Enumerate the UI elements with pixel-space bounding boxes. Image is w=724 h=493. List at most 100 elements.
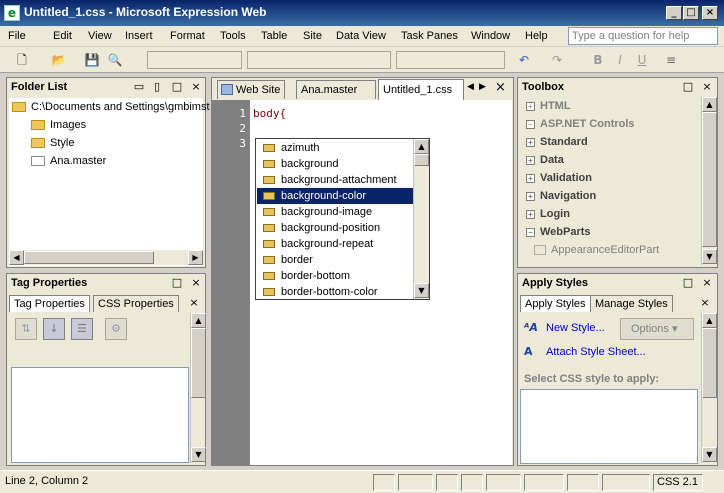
sort-az-icon[interactable]: ↓ (43, 318, 65, 340)
menu-format[interactable]: Format (170, 28, 205, 44)
toolbox-category-validation[interactable]: + Validation (520, 169, 700, 187)
toolbox-category-webparts[interactable]: − WebParts (520, 223, 700, 241)
scroll-thumb[interactable] (702, 328, 717, 398)
scroll-down-icon[interactable]: ▼ (414, 283, 429, 298)
font-dropdown[interactable] (247, 51, 391, 69)
scroll-left-icon[interactable]: ◀ (9, 250, 24, 265)
intellisense-item[interactable]: azimuth (257, 140, 413, 156)
intellisense-item[interactable]: background-position (257, 220, 413, 236)
size-dropdown[interactable] (396, 51, 505, 69)
menu-task-panes[interactable]: Task Panes (401, 28, 458, 44)
intellisense-item-selected[interactable]: background-color (256, 187, 414, 205)
tab-tag-properties[interactable]: Tag Properties (9, 295, 90, 312)
scroll-up-icon[interactable]: ▲ (191, 313, 206, 328)
intellisense-item[interactable]: border-bottom-color (257, 284, 413, 300)
menu-insert[interactable]: Insert (125, 28, 153, 44)
vertical-scrollbar[interactable]: ▲ ▼ (190, 313, 206, 463)
intellisense-item[interactable]: border (257, 252, 413, 268)
italic-icon[interactable]: I (613, 51, 627, 69)
scroll-right-icon[interactable]: ▶ (188, 250, 203, 265)
tree-item-images[interactable]: Images (9, 116, 203, 134)
intellisense-item[interactable]: background-image (257, 204, 413, 220)
tab-manage-styles[interactable]: Manage Styles (590, 295, 673, 312)
close-tab-icon[interactable]: × (699, 295, 711, 311)
close-pane-icon[interactable]: × (190, 275, 202, 291)
align-left-icon[interactable]: ≡ (664, 51, 678, 69)
new-file-icon[interactable]: ▯ (151, 79, 163, 95)
close-pane-icon[interactable]: × (701, 275, 713, 291)
menu-site[interactable]: Site (303, 28, 322, 44)
tab-web-site[interactable]: Web Site (217, 80, 286, 99)
tab-apply-styles[interactable]: Apply Styles (520, 295, 591, 312)
style-dropdown[interactable] (147, 51, 242, 69)
menu-window[interactable]: Window (471, 28, 510, 44)
close-tab-icon[interactable]: × (188, 295, 200, 311)
tab-ana-master[interactable]: Ana.master (296, 80, 376, 99)
scroll-up-icon[interactable]: ▲ (702, 313, 717, 328)
show-set-properties-icon[interactable]: ☰ (71, 318, 93, 340)
toolbox-category-data[interactable]: + Data (520, 151, 700, 169)
scroll-up-icon[interactable]: ▲ (414, 139, 429, 154)
tree-item-ana-master[interactable]: Ana.master (9, 152, 203, 170)
scroll-thumb[interactable] (191, 328, 206, 398)
intellisense-item[interactable]: border-bottom (257, 268, 413, 284)
toolbox-category-html[interactable]: + HTML (520, 97, 700, 115)
close-document-icon[interactable]: × (495, 80, 507, 95)
menu-tools[interactable]: Tools (220, 28, 246, 44)
maximize-pane-icon[interactable]: □ (171, 275, 183, 291)
vertical-scrollbar[interactable]: ▲ ▼ (701, 313, 717, 463)
maximize-pane-icon[interactable]: □ (682, 275, 694, 291)
open-folder-icon[interactable]: 📂 (50, 51, 68, 69)
intellisense-item[interactable]: background (257, 156, 413, 172)
maximize-pane-icon[interactable]: □ (682, 79, 694, 95)
close-pane-icon[interactable]: × (701, 79, 713, 95)
options-button[interactable]: Options ▾ (620, 318, 694, 340)
toolbox-item-appearance-editor[interactable]: AppearanceEditorPart (520, 241, 700, 259)
scroll-down-icon[interactable]: ▼ (702, 447, 717, 462)
scroll-thumb[interactable] (24, 251, 154, 264)
close-pane-icon[interactable]: × (190, 79, 202, 95)
help-search-input[interactable]: Type a question for help (568, 27, 718, 45)
intellisense-item[interactable]: background-repeat (257, 236, 413, 252)
maximize-pane-icon[interactable]: □ (171, 79, 183, 95)
minimize-button[interactable]: _ (666, 6, 682, 20)
tag-settings-icon[interactable]: ⚙ (105, 318, 127, 340)
maximize-button[interactable]: □ (683, 6, 699, 20)
close-button[interactable]: × (702, 6, 718, 20)
toolbox-category-login[interactable]: + Login (520, 205, 700, 223)
new-page-icon[interactable]: 🗋 (14, 51, 30, 69)
new-folder-icon[interactable]: ▭ (133, 79, 145, 95)
scroll-down-icon[interactable]: ▼ (191, 447, 206, 462)
attach-style-sheet-link[interactable]: Attach Style Sheet... (546, 346, 646, 358)
categorize-icon[interactable]: ⇅ (15, 318, 37, 340)
menu-edit[interactable]: Edit (53, 28, 72, 44)
menu-view[interactable]: View (88, 28, 112, 44)
menu-help[interactable]: Help (525, 28, 548, 44)
scroll-thumb[interactable] (702, 112, 717, 247)
preview-icon[interactable]: 🔍 (106, 51, 124, 69)
intellisense-list[interactable]: azimuth background background-attachment… (255, 138, 430, 300)
save-icon[interactable]: 💾 (84, 51, 100, 69)
undo-icon[interactable]: ↶ (516, 51, 532, 69)
style-list[interactable] (520, 389, 698, 464)
redo-icon[interactable]: ↷ (549, 51, 565, 69)
menu-table[interactable]: Table (261, 28, 287, 44)
bold-icon[interactable]: B (591, 51, 605, 69)
intellisense-item[interactable]: background-attachment (257, 172, 413, 188)
menu-file[interactable]: File (8, 28, 26, 44)
tree-root[interactable]: C:\Documents and Settings\gmbimst (9, 98, 210, 116)
tab-untitled-css[interactable]: Untitled_1.css (378, 79, 464, 100)
underline-icon[interactable]: U (635, 51, 649, 69)
scroll-down-icon[interactable]: ▼ (702, 249, 717, 264)
menu-data-view[interactable]: Data View (336, 28, 386, 44)
tree-item-style[interactable]: Style (9, 134, 203, 152)
new-style-link[interactable]: New Style... (546, 322, 605, 334)
toolbox-category-navigation[interactable]: + Navigation (520, 187, 700, 205)
toolbox-category-standard[interactable]: + Standard (520, 133, 700, 151)
scroll-thumb[interactable] (414, 154, 429, 166)
tab-scroll-right-icon[interactable]: ▶ (479, 82, 489, 92)
css-version[interactable]: CSS 2.1 (653, 474, 703, 491)
intellisense-scrollbar[interactable]: ▲ ▼ (413, 139, 429, 299)
toolbox-category-aspnet[interactable]: − ASP.NET Controls (520, 115, 700, 133)
tab-scroll-left-icon[interactable]: ◀ (467, 82, 477, 92)
